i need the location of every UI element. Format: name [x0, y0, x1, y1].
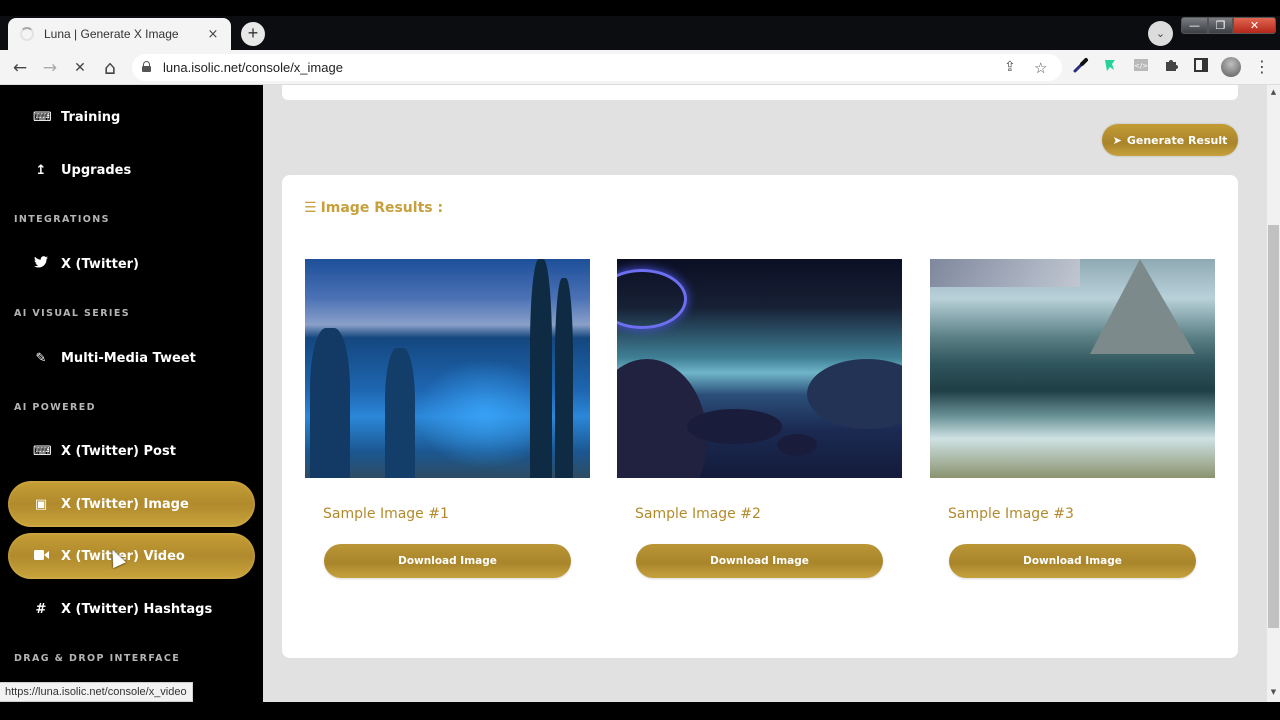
- side-panel-icon[interactable]: [1191, 57, 1211, 77]
- sidebar-item-x-twitter-hashtags[interactable]: # X (Twitter) Hashtags: [8, 586, 255, 632]
- section-ai-visual-series: AI VISUAL SERIES: [14, 308, 130, 319]
- upgrade-arrow-icon: ↥: [35, 162, 47, 178]
- new-tab-button[interactable]: +: [241, 22, 265, 46]
- image-tree: [385, 348, 415, 478]
- sidebar-item-x-twitter-post[interactable]: ⌨ X (Twitter) Post: [8, 428, 255, 474]
- url-text: luna.isolic.net/console/x_image: [163, 60, 343, 75]
- image-icon: ▣: [34, 496, 48, 512]
- stop-loading-button[interactable]: ✕: [68, 56, 92, 80]
- training-icon: ⌨: [33, 109, 52, 125]
- image-ring: [617, 269, 687, 329]
- sidebar-item-label: X (Twitter): [61, 256, 139, 272]
- sidebar-item-x-twitter[interactable]: X (Twitter): [8, 241, 255, 287]
- forward-button[interactable]: →: [38, 56, 62, 80]
- pencil-icon: ✎: [35, 350, 47, 366]
- card-title: Sample Image #2: [635, 506, 761, 522]
- tab-title: Luna | Generate X Image: [44, 27, 179, 41]
- image-results-panel: ☰ Image Results : Sample Image #1 Downlo…: [282, 175, 1238, 658]
- twitter-bird-icon: [33, 256, 49, 272]
- profile-avatar[interactable]: [1221, 57, 1241, 77]
- taskbar-strip: [0, 702, 1280, 720]
- sidebar-item-x-twitter-image[interactable]: ▣ X (Twitter) Image: [8, 481, 255, 527]
- sample-image-1[interactable]: [305, 259, 590, 478]
- sidebar-item-label: X (Twitter) Image: [61, 496, 189, 512]
- sidebar-item-multi-media-tweet[interactable]: ✎ Multi-Media Tweet: [8, 335, 255, 381]
- section-integrations: INTEGRATIONS: [14, 214, 110, 225]
- scroll-up-arrow-icon[interactable]: ▲: [1267, 88, 1280, 96]
- tab-close-icon[interactable]: ×: [205, 27, 221, 42]
- window-controls: — ❐ ✕: [1181, 17, 1276, 37]
- link-status-bubble: https://luna.isolic.net/console/x_video: [0, 682, 193, 702]
- card-title: Sample Image #1: [323, 506, 449, 522]
- extensions-puzzle-icon[interactable]: [1161, 57, 1181, 77]
- home-button[interactable]: ⌂: [98, 56, 122, 80]
- result-card: Sample Image #1 Download Image: [305, 259, 590, 578]
- image-land: [807, 359, 902, 429]
- browser-menu-icon[interactable]: ⋮: [1254, 57, 1270, 77]
- hashtag-icon: #: [35, 601, 47, 617]
- back-button[interactable]: ←: [8, 56, 32, 80]
- list-icon: ☰: [304, 200, 317, 216]
- lock-icon: [142, 61, 151, 72]
- code-extension-icon[interactable]: </>: [1131, 57, 1151, 77]
- close-window-button[interactable]: ✕: [1233, 17, 1276, 34]
- keyboard-icon: ⌨: [33, 443, 52, 459]
- bookmark-star-icon[interactable]: ☆: [1034, 59, 1047, 77]
- eyedropper-extension-icon[interactable]: [1071, 57, 1091, 77]
- section-ai-powered: AI POWERED: [14, 402, 96, 413]
- vertical-scrollbar[interactable]: ▲ ▼: [1267, 85, 1280, 702]
- result-card: Sample Image #2 Download Image: [617, 259, 902, 578]
- minimize-button[interactable]: —: [1181, 17, 1208, 34]
- prompt-card: [282, 85, 1238, 100]
- image-cloud: [930, 259, 1080, 287]
- paper-plane-icon: ➤: [1112, 133, 1122, 147]
- sidebar-item-label: X (Twitter) Post: [61, 443, 176, 459]
- image-tree: [530, 259, 552, 478]
- generate-result-label: Generate Result: [1126, 133, 1228, 147]
- sidebar-item-label: Training: [61, 109, 121, 125]
- browser-titlebar: Luna | Generate X Image × + ⌄ — ❐ ✕: [0, 0, 1280, 50]
- image-peak: [1090, 259, 1195, 354]
- loading-spinner-icon: [20, 27, 34, 41]
- sidebar-item-x-twitter-video[interactable]: X (Twitter) Video: [8, 533, 255, 579]
- download-image-button[interactable]: Download Image: [636, 544, 883, 578]
- generate-result-button[interactable]: ➤ Generate Result: [1102, 124, 1238, 156]
- tab-search-button[interactable]: ⌄: [1148, 21, 1173, 46]
- sidebar-item-label: X (Twitter) Hashtags: [61, 601, 213, 617]
- sample-image-3[interactable]: [930, 259, 1215, 478]
- result-card: Sample Image #3 Download Image: [930, 259, 1215, 578]
- sample-image-2[interactable]: [617, 259, 902, 478]
- svg-text:</>: </>: [1134, 62, 1148, 70]
- browser-toolbar: ← → ✕ ⌂ luna.isolic.net/console/x_image …: [0, 50, 1280, 85]
- page-viewport: ➤ Generate Result ☰ Image Results : Samp…: [0, 85, 1280, 702]
- sidebar-item-upgrades[interactable]: ↥ Upgrades: [8, 147, 255, 193]
- scroll-down-arrow-icon[interactable]: ▼: [1267, 688, 1280, 696]
- address-bar[interactable]: luna.isolic.net/console/x_image ⇪ ☆: [132, 54, 1062, 81]
- maximize-button[interactable]: ❐: [1208, 17, 1233, 34]
- sidebar-item-label: Multi-Media Tweet: [61, 350, 196, 366]
- results-title-text: Image Results :: [320, 200, 444, 216]
- video-camera-icon: [33, 549, 49, 564]
- image-tree: [310, 328, 350, 478]
- scrollbar-thumb[interactable]: [1268, 225, 1279, 628]
- image-tree: [555, 278, 573, 478]
- sidebar-item-training[interactable]: ⌨ Training: [8, 94, 255, 140]
- browser-tab[interactable]: Luna | Generate X Image ×: [8, 18, 231, 50]
- image-land: [687, 409, 782, 444]
- download-image-button[interactable]: Download Image: [324, 544, 571, 578]
- tag-extension-icon[interactable]: [1100, 57, 1120, 77]
- image-land: [777, 434, 817, 456]
- results-heading: ☰ Image Results :: [304, 200, 443, 216]
- share-icon[interactable]: ⇪: [1004, 59, 1016, 75]
- sidebar-item-label: Upgrades: [61, 162, 132, 178]
- sidebar: ⌨ Training ↥ Upgrades INTEGRATIONS X (Tw…: [0, 85, 263, 702]
- download-image-button[interactable]: Download Image: [949, 544, 1196, 578]
- card-title: Sample Image #3: [948, 506, 1074, 522]
- section-drag-drop-interface: DRAG & DROP INTERFACE: [14, 653, 181, 664]
